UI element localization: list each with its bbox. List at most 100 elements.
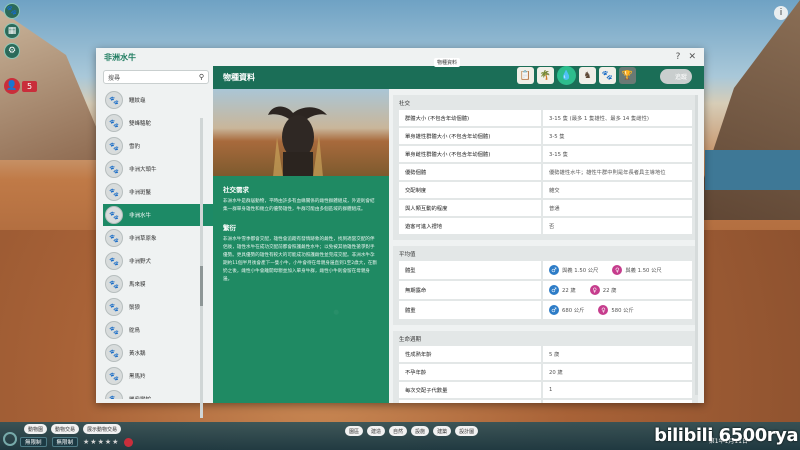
- alert-indicator[interactable]: 👤 5: [4, 78, 38, 94]
- animal-trade-button[interactable]: 動物交易: [51, 424, 80, 434]
- breeding-heading: 繁衍: [223, 224, 236, 232]
- female-icon: ♀: [612, 265, 623, 275]
- male-icon: ♂: [549, 305, 559, 315]
- list-item[interactable]: 🐾 黑馬羚: [103, 365, 213, 387]
- list-item[interactable]: 🐾 麗龜蠻蛇: [103, 388, 213, 399]
- list-item[interactable]: 🐾 鴕鳥: [103, 319, 213, 341]
- tool-button[interactable]: 設計圖: [455, 426, 479, 436]
- animal-name: 非洲草原象: [129, 236, 157, 242]
- tool-button[interactable]: 自然: [389, 426, 408, 436]
- list-item[interactable]: 🐾 馬來貘: [103, 273, 213, 295]
- table-row: 無期露命 ♂ 22 歲 ♀ 22 歲: [399, 281, 692, 299]
- animal-thumbnail: 🐾: [105, 160, 123, 178]
- building-icon[interactable]: ▦: [4, 23, 20, 39]
- tool-button[interactable]: 建造: [367, 426, 386, 436]
- table-row: 與人類互動的程度 普通: [399, 200, 692, 216]
- buffalo-image: [268, 106, 327, 176]
- tab-habitat-icon[interactable]: 🌴: [537, 67, 554, 84]
- exhibit-trade-button[interactable]: 展示動物交易: [83, 424, 122, 434]
- animal-list: 🐾 鱷紋龜 🐾 雙峰駱駝 🐾 雪豹 🐾 非洲大頭牛 🐾 非洲斑鬣 🐾 非洲水牛 🐾 非洲草原象 🐾 非洲野犬 🐾…: [96, 89, 213, 399]
- stat-key: 遊客可進入禮地: [399, 218, 541, 234]
- follow-button[interactable]: 追蹤: [660, 69, 692, 84]
- list-item[interactable]: 🐾 非洲水牛: [103, 204, 213, 226]
- male-value: ♂ 22 歲: [549, 285, 576, 295]
- animal-thumbnail: 🐾: [105, 229, 123, 247]
- table-row: 每次交配子代數量 1: [399, 382, 692, 398]
- animal-name: 鴕鳥: [129, 328, 141, 334]
- stats-scrollbar[interactable]: [695, 95, 698, 395]
- stats-area: 社交 群體大小 (不包含年幼個體) 3-15 隻 (最多 1 隻雄性、最多 14 隻…: [393, 95, 698, 403]
- tab-overview-icon[interactable]: 📋: [517, 67, 534, 84]
- animal-thumbnail: 🐾: [105, 367, 123, 385]
- breeding-text: 非洲水牛雪季都會交配，雄性會追蹤有發情跡象的雌性，找到適當交配的伴侶後，雄性水牛…: [223, 237, 378, 282]
- stat-value: ♂ 與義 1.50 公尺 ♀ 與義 1.50 公尺: [543, 261, 692, 279]
- info-tabs: 📋 🌴 💧 ♞ 🐾 🏆: [517, 66, 636, 85]
- animal-thumbnail: 🐾: [105, 298, 123, 316]
- stat-value: 3-15 隻: [543, 146, 692, 162]
- animal-photo: [213, 89, 389, 176]
- close-button[interactable]: ✕: [688, 52, 696, 62]
- male-value: ♂ 680 公斤: [549, 305, 584, 315]
- stat-key: 每次交配子代數量: [399, 382, 541, 398]
- male-text: 22 歲: [562, 288, 576, 294]
- list-item[interactable]: 🐾 雪豹: [103, 135, 213, 157]
- female-text: 與義 1.50 公尺: [625, 268, 662, 274]
- tab-paw-icon[interactable]: 🐾: [599, 67, 616, 84]
- tool-label: 設施: [415, 428, 426, 435]
- table-row: 遊客可進入禮地否: [399, 218, 692, 234]
- alert-dot-icon[interactable]: [124, 437, 134, 447]
- stats-group: 生命週期性成熟年齡5 歲不孕年齡20 歲每次交配子代數量1懷孕/孵化期11 個月…: [393, 331, 698, 403]
- tab-behavior-icon[interactable]: ♞: [579, 67, 596, 84]
- stat-value: 3-15 隻 (最多 1 隻雄性、最多 14 隻雌性): [543, 110, 692, 126]
- tab-species-data-icon[interactable]: 💧: [557, 66, 576, 85]
- animal-name: 鬃狼: [129, 305, 141, 311]
- tab-tooltip: 物種資料: [434, 58, 461, 67]
- panel-title: 非洲水牛: [104, 52, 136, 62]
- stats-group-title: 生命週期: [399, 337, 422, 343]
- stat-key: 與人類互動的程度: [399, 200, 541, 216]
- female-value: ♀ 與義 1.50 公尺: [612, 265, 662, 275]
- animal-thumbnail: 🐾: [105, 183, 123, 201]
- stat-key: 單身雌性群體大小 (不包含年幼個體): [399, 146, 541, 162]
- animal-thumbnail: 🐾: [105, 344, 123, 362]
- animal-name: 鱷紋龜: [129, 98, 146, 104]
- rating-stars: ★★★★★: [83, 438, 120, 446]
- list-item[interactable]: 🐾 非洲草原象: [103, 227, 213, 249]
- list-item[interactable]: 🐾 非洲斑鬣: [103, 181, 213, 203]
- tab-trophy-icon[interactable]: 🏆: [619, 67, 636, 84]
- male-value: ♂ 與義 1.50 公尺: [549, 265, 598, 275]
- animal-name: 黑馬羚: [129, 374, 146, 380]
- table-row: 體型 ♂ 與義 1.50 公尺 ♀ 與義 1.50 公尺: [399, 261, 692, 279]
- table-row: 單身雌性群體大小 (不包含年幼個體) 3-15 隻: [399, 146, 692, 162]
- zoo-button[interactable]: 動物園: [24, 424, 48, 434]
- exhibit-trade-label: 展示動物交易: [87, 426, 118, 433]
- zoo-button-label: 動物園: [28, 426, 44, 433]
- stat-value: 普通: [543, 200, 692, 216]
- stat-key: 體重: [399, 301, 541, 319]
- list-item[interactable]: 🐾 雙峰駱駝: [103, 112, 213, 134]
- paw-icon[interactable]: 🐾: [4, 3, 20, 19]
- help-button[interactable]: ?: [676, 52, 681, 62]
- animal-thumbnail: 🐾: [105, 252, 123, 270]
- search-icon[interactable]: ⚲: [199, 73, 204, 81]
- info-icon[interactable]: i: [774, 6, 788, 20]
- time-dial-icon[interactable]: [3, 432, 17, 446]
- list-item[interactable]: 🐾 鬃狼: [103, 296, 213, 318]
- list-item[interactable]: 🐾 鱷紋龜: [103, 89, 213, 111]
- list-item[interactable]: 🐾 非洲大頭牛: [103, 158, 213, 180]
- search-input[interactable]: 搜尋 ⚲: [103, 70, 209, 84]
- tool-label: 建造: [371, 428, 382, 435]
- tool-button[interactable]: 建築: [433, 426, 452, 436]
- tool-button[interactable]: 園區: [345, 426, 364, 436]
- stats-group: 社交 群體大小 (不包含年幼個體) 3-15 隻 (最多 1 隻雄性、最多 14 隻…: [393, 95, 698, 240]
- list-item[interactable]: 🐾 非洲野犬: [103, 250, 213, 272]
- background-lake: [705, 150, 800, 190]
- stat-key: 懷孕/孵化期: [399, 400, 541, 403]
- animal-thumbnail: 🐾: [105, 114, 123, 132]
- list-item[interactable]: 🐾 黃水鵝: [103, 342, 213, 364]
- stat-value: 雜交: [543, 182, 692, 198]
- gear-icon[interactable]: ⚙: [4, 43, 20, 59]
- social-heading: 社交需求: [223, 186, 249, 194]
- tool-button[interactable]: 設施: [411, 426, 430, 436]
- sidebar-scrollbar-thumb[interactable]: [200, 266, 203, 306]
